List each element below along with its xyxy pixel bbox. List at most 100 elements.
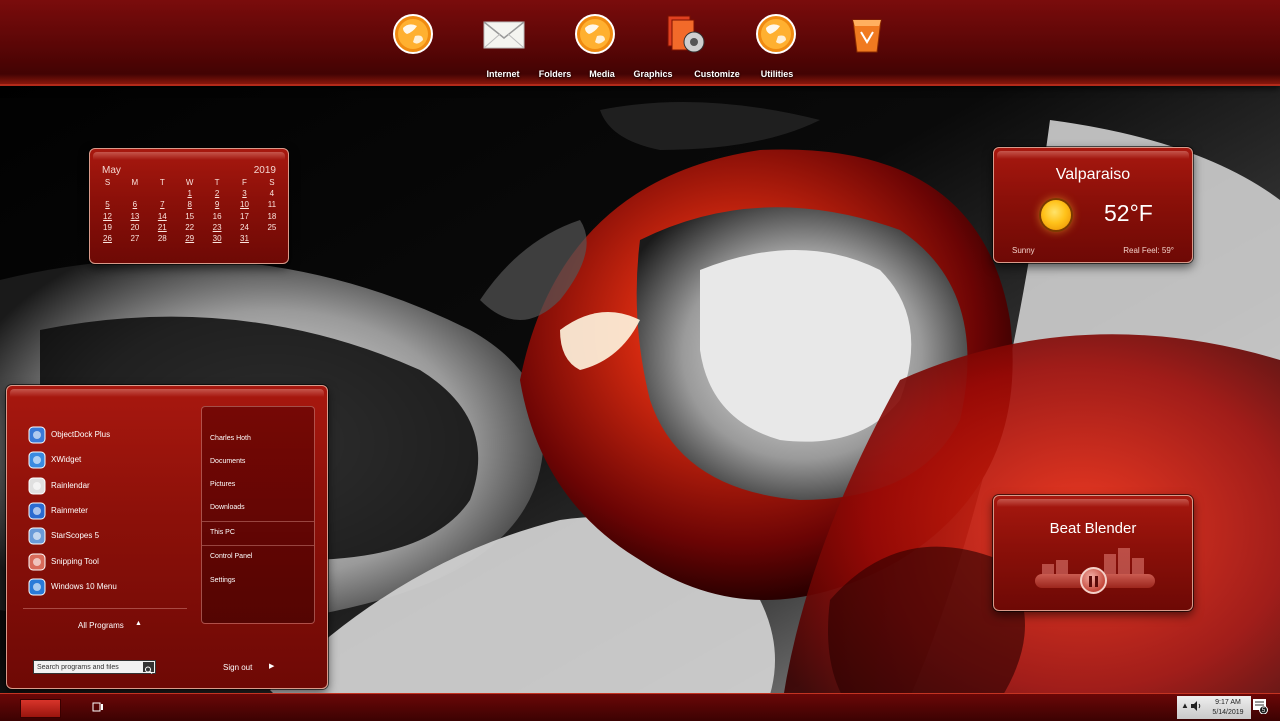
- all-programs-button[interactable]: All Programs: [78, 621, 124, 630]
- program-label: Rainmeter: [51, 505, 88, 515]
- calendar-day[interactable]: 29: [176, 234, 203, 243]
- divider: [23, 608, 187, 609]
- calendar-day[interactable]: 23: [204, 223, 231, 232]
- calendar-day[interactable]: 9: [204, 200, 231, 209]
- beat-blender-widget[interactable]: Beat Blender: [993, 495, 1193, 611]
- start-button[interactable]: [20, 699, 61, 718]
- beat-blender-title: Beat Blender: [1049, 520, 1137, 537]
- calendar-weekday: S: [104, 178, 111, 187]
- rainlendar-icon: [28, 477, 46, 495]
- calendar-day[interactable]: 18: [258, 212, 285, 221]
- program-item[interactable]: Rainmeter: [25, 500, 195, 522]
- calendar-widget[interactable]: May 2019 S M T W T F S 1 2 3 4 5 6 7 8 9 10 11 12 13 14 15 16 1…: [89, 148, 289, 264]
- program-item[interactable]: ObjectDock Plus: [25, 424, 195, 446]
- dock-item-internet[interactable]: [391, 12, 435, 56]
- calendar-day[interactable]: 27: [121, 234, 148, 243]
- dock-item-graphics[interactable]: [664, 12, 708, 56]
- dock-label-internet[interactable]: Internet: [486, 69, 519, 79]
- calendar-day[interactable]: 16: [204, 212, 231, 221]
- program-label: Rainlendar: [51, 480, 90, 490]
- calendar-day[interactable]: 8: [176, 200, 203, 209]
- sun-icon: [1041, 200, 1071, 230]
- calendar-month: May: [102, 165, 121, 176]
- calendar-day[interactable]: 4: [258, 189, 285, 198]
- calendar-day[interactable]: 26: [94, 234, 121, 243]
- globe-icon: [393, 14, 433, 54]
- calendar-day[interactable]: 10: [231, 200, 258, 209]
- notification-center-icon[interactable]: 5: [1252, 698, 1268, 714]
- taskbar: ▲ 9:17 AM 5/14/2019 5: [0, 693, 1280, 721]
- program-item[interactable]: Windows 10 Menu: [25, 576, 195, 598]
- sign-out-button[interactable]: Sign out: [223, 663, 252, 672]
- dock-item-folders[interactable]: [482, 12, 526, 56]
- program-label: XWidget: [51, 455, 82, 465]
- calendar-day[interactable]: 22: [176, 223, 203, 232]
- calendar-day[interactable]: 12: [94, 212, 121, 221]
- system-tray: ▲ 9:17 AM 5/14/2019: [1177, 696, 1251, 719]
- right-item-user[interactable]: Charles Hoth: [210, 435, 251, 442]
- chevron-right-icon[interactable]: ▶: [269, 662, 274, 670]
- calendar-day[interactable]: 7: [149, 200, 176, 209]
- calendar-day[interactable]: 21: [149, 223, 176, 232]
- program-item[interactable]: StarScopes 5: [25, 525, 195, 547]
- xwidget-icon: [28, 451, 46, 469]
- windows-menu-icon: [28, 578, 46, 596]
- right-item-settings[interactable]: Settings: [210, 577, 235, 584]
- start-menu-right-column: Charles Hoth Documents Pictures Download…: [201, 406, 315, 624]
- start-menu: ObjectDock Plus XWidget Rainlendar Rainmete…: [6, 385, 328, 689]
- search-icon[interactable]: [143, 662, 154, 674]
- program-label: Windows 10 Menu: [51, 581, 117, 591]
- calendar-day[interactable]: 3: [231, 189, 258, 198]
- calendar-day[interactable]: 28: [149, 234, 176, 243]
- calendar-day[interactable]: 24: [231, 223, 258, 232]
- show-hidden-icons-chevron-icon[interactable]: ▲: [1181, 701, 1189, 710]
- calendar-weekday: F: [242, 178, 247, 187]
- dock-label-folders[interactable]: Folders: [539, 69, 572, 79]
- right-item-control-panel[interactable]: Control Panel: [210, 553, 252, 560]
- dock-item-customize[interactable]: [754, 12, 798, 56]
- pause-button[interactable]: [1080, 567, 1107, 594]
- calendar-day[interactable]: 17: [231, 212, 258, 221]
- calendar-day[interactable]: 20: [121, 223, 148, 232]
- right-item-pictures[interactable]: Pictures: [210, 481, 235, 488]
- dock-item-media[interactable]: [573, 12, 617, 56]
- calendar-day[interactable]: 1: [176, 189, 203, 198]
- search-input[interactable]: [37, 662, 137, 673]
- equalizer-bar: [1118, 548, 1130, 574]
- calendar-day[interactable]: 19: [94, 223, 121, 232]
- snipping-tool-icon: [28, 553, 46, 570]
- right-item-this-pc[interactable]: This PC: [210, 529, 235, 536]
- task-view-icon[interactable]: [92, 701, 104, 713]
- clock-time[interactable]: 9:17 AM: [1209, 699, 1247, 706]
- calendar-day[interactable]: 2: [204, 189, 231, 198]
- weather-condition: Sunny: [1012, 246, 1035, 255]
- calendar-day[interactable]: 15: [176, 212, 203, 221]
- program-item[interactable]: Rainlendar: [25, 475, 195, 497]
- dock-label-graphics[interactable]: Graphics: [633, 69, 672, 79]
- objectdock-icon: [28, 426, 46, 444]
- envelope-icon: [483, 21, 525, 49]
- calendar-day[interactable]: 25: [258, 223, 285, 232]
- volume-icon[interactable]: [1190, 700, 1202, 712]
- calendar-day[interactable]: 11: [258, 200, 285, 209]
- search-box[interactable]: [33, 660, 156, 674]
- calendar-day[interactable]: 6: [121, 200, 148, 209]
- program-item[interactable]: Snipping Tool: [25, 551, 195, 573]
- clock-date[interactable]: 5/14/2019: [1207, 709, 1249, 716]
- dock-label-customize[interactable]: Customize: [694, 69, 740, 79]
- calendar-day[interactable]: 30: [204, 234, 231, 243]
- program-item[interactable]: XWidget: [25, 449, 195, 471]
- weather-widget[interactable]: Valparaiso 52°F Sunny Real Feel: 59°: [993, 147, 1193, 263]
- right-item-documents[interactable]: Documents: [210, 458, 245, 465]
- calendar-day[interactable]: 13: [121, 212, 148, 221]
- calendar-day[interactable]: 31: [231, 234, 258, 243]
- calendar-day[interactable]: 14: [149, 212, 176, 221]
- calendar-day[interactable]: 5: [94, 200, 121, 209]
- globe-icon: [756, 14, 796, 54]
- dock-label-media[interactable]: Media: [589, 69, 615, 79]
- right-item-downloads[interactable]: Downloads: [210, 504, 245, 511]
- chevron-up-icon[interactable]: ▲: [135, 620, 142, 627]
- dock-label-utilities[interactable]: Utilities: [761, 69, 794, 79]
- dock-item-utilities[interactable]: [845, 12, 889, 56]
- pause-icon: [1089, 576, 1092, 587]
